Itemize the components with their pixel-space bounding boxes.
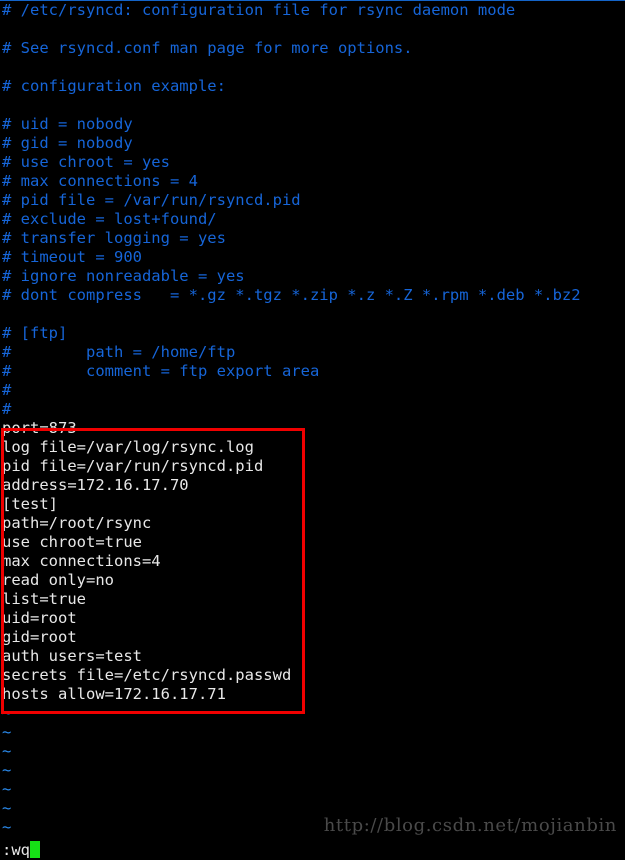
buffer-line[interactable]: auth users=test	[0, 647, 625, 666]
buffer-line[interactable]: ~	[0, 761, 625, 780]
buffer-line[interactable]: # ignore nonreadable = yes	[0, 267, 625, 286]
vim-status-line[interactable]: :wq	[0, 840, 625, 860]
buffer-line[interactable]: # exclude = lost+found/	[0, 210, 625, 229]
buffer-line[interactable]: address=172.16.17.70	[0, 476, 625, 495]
buffer-line[interactable]: uid=root	[0, 609, 625, 628]
buffer-line[interactable]: # configuration example:	[0, 77, 625, 96]
buffer-line[interactable]: ~	[0, 723, 625, 742]
buffer-line[interactable]: hosts allow=172.16.17.71	[0, 685, 625, 704]
buffer-line[interactable]: # timeout = 900	[0, 248, 625, 267]
buffer-line[interactable]: # [ftp]	[0, 324, 625, 343]
buffer-line[interactable]: # See rsyncd.conf man page for more opti…	[0, 39, 625, 58]
buffer-line[interactable]: [test]	[0, 495, 625, 514]
buffer-line[interactable]: # uid = nobody	[0, 115, 625, 134]
text-cursor	[30, 841, 40, 858]
buffer-line[interactable]: port=873	[0, 419, 625, 438]
buffer-line[interactable]: #	[0, 381, 625, 400]
buffer-line[interactable]: # dont compress = *.gz *.tgz *.zip *.z *…	[0, 286, 625, 305]
buffer-line[interactable]: # comment = ftp export area	[0, 362, 625, 381]
editor-buffer[interactable]: # /etc/rsyncd: configuration file for rs…	[0, 1, 625, 837]
vim-terminal-window: # /etc/rsyncd: configuration file for rs…	[0, 0, 625, 860]
buffer-line[interactable]: ~	[0, 742, 625, 761]
buffer-line[interactable]: # path = /home/ftp	[0, 343, 625, 362]
buffer-line[interactable]: use chroot=true	[0, 533, 625, 552]
buffer-line[interactable]	[0, 305, 625, 324]
buffer-line[interactable]: # /etc/rsyncd: configuration file for rs…	[0, 1, 625, 20]
buffer-line[interactable]: gid=root	[0, 628, 625, 647]
buffer-line[interactable]: secrets file=/etc/rsyncd.passwd	[0, 666, 625, 685]
buffer-line[interactable]: ~	[0, 780, 625, 799]
buffer-line[interactable]: max connections=4	[0, 552, 625, 571]
buffer-line[interactable]: # pid file = /var/run/rsyncd.pid	[0, 191, 625, 210]
buffer-line[interactable]	[0, 58, 625, 77]
buffer-line[interactable]: # max connections = 4	[0, 172, 625, 191]
vim-command-text: :wq	[2, 841, 30, 859]
buffer-line[interactable]	[0, 20, 625, 39]
buffer-line[interactable]: # transfer logging = yes	[0, 229, 625, 248]
buffer-line[interactable]: #	[0, 400, 625, 419]
buffer-line[interactable]	[0, 96, 625, 115]
buffer-line[interactable]: # gid = nobody	[0, 134, 625, 153]
buffer-line[interactable]: read only=no	[0, 571, 625, 590]
watermark-url: http://blog.csdn.net/mojianbin	[323, 815, 617, 836]
buffer-line[interactable]: path=/root/rsync	[0, 514, 625, 533]
buffer-line[interactable]: ~	[0, 704, 625, 723]
buffer-line[interactable]: pid file=/var/run/rsyncd.pid	[0, 457, 625, 476]
buffer-line[interactable]: list=true	[0, 590, 625, 609]
buffer-line[interactable]: log file=/var/log/rsync.log	[0, 438, 625, 457]
buffer-line[interactable]: # use chroot = yes	[0, 153, 625, 172]
